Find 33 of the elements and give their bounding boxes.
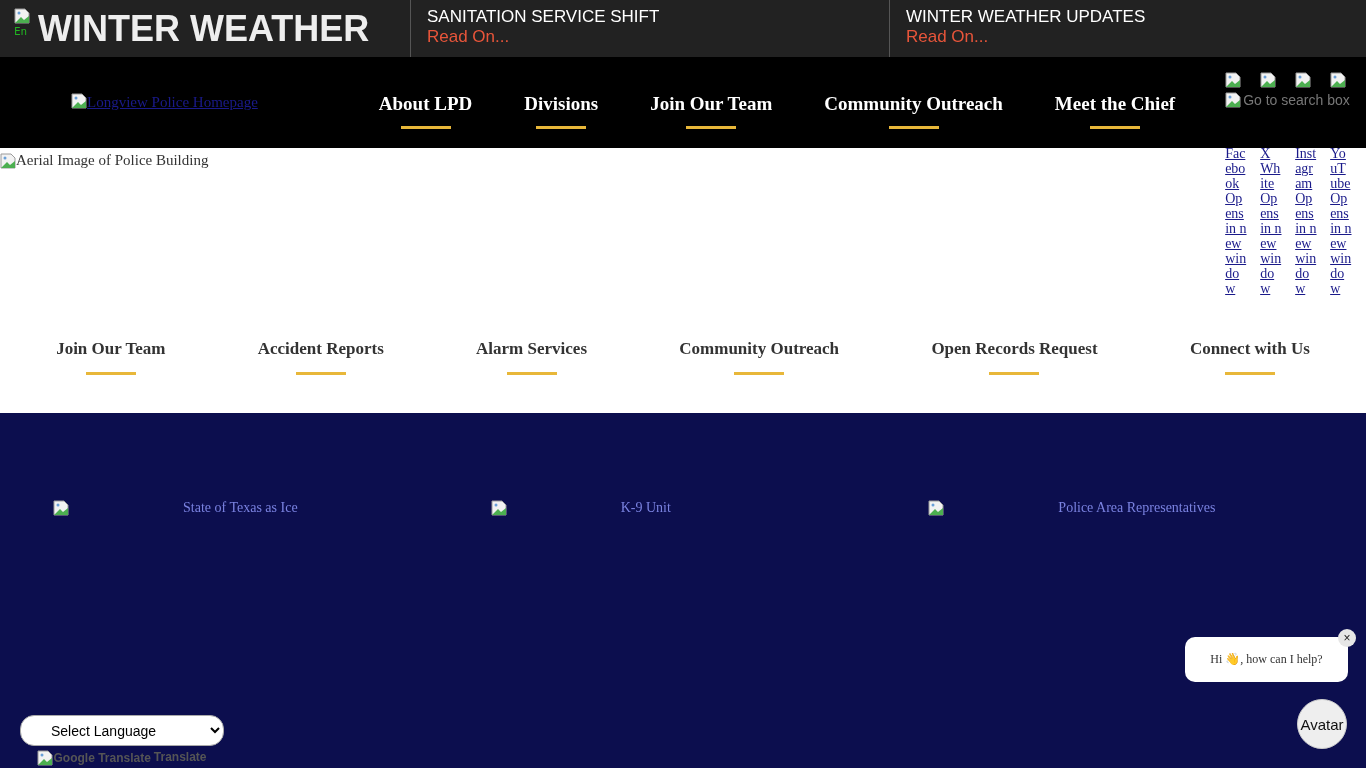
- broken-image-icon: [37, 750, 54, 766]
- alert-headline: SANITATION SERVICE SHIFT: [427, 7, 660, 27]
- chat-message: Hi 👋, how can I help?: [1210, 652, 1323, 667]
- broken-image-icon: [1225, 72, 1242, 88]
- language-select[interactable]: Select Language: [20, 715, 224, 746]
- broken-image-icon: [490, 500, 507, 516]
- broken-image-icon: [1295, 72, 1312, 88]
- read-on-link[interactable]: Read On...: [427, 27, 510, 47]
- social-link[interactable]: YouTube Opens in new window: [1330, 146, 1353, 296]
- broken-image-icon: [0, 152, 16, 169]
- feature-link[interactable]: State of Texas as Ice: [183, 500, 298, 516]
- avatar-button[interactable]: Avatar: [1297, 699, 1347, 749]
- read-on-link[interactable]: Read On...: [906, 27, 989, 47]
- broken-image-icon: [1330, 72, 1347, 88]
- broken-image-icon: [1260, 72, 1277, 88]
- broken-image-icon: [928, 500, 945, 516]
- social-link[interactable]: X White Opens in new window: [1260, 146, 1283, 296]
- broken-image-icon: [71, 93, 87, 109]
- image-alt-text: En: [14, 25, 29, 38]
- social-link[interactable]: Instagram Opens in new window: [1295, 146, 1318, 296]
- broken-image-icon: [14, 7, 30, 24]
- close-button[interactable]: ×: [1338, 629, 1356, 647]
- social-link[interactable]: Facebook Opens in new window: [1225, 146, 1248, 296]
- search-link[interactable]: Go to search box: [1225, 92, 1366, 108]
- feature-link[interactable]: Police Area Representatives: [1058, 500, 1216, 516]
- image-alt-text: Aerial Image of Police Building: [0, 148, 209, 169]
- broken-image-icon: [53, 500, 69, 516]
- image-alt-text: Google Translate: [37, 750, 151, 766]
- feature-link[interactable]: K-9 Unit: [620, 500, 671, 516]
- alert-headline: WINTER WEATHER UPDATES: [906, 7, 1146, 27]
- alert-title: WINTER WEATHER: [38, 7, 370, 50]
- broken-image-icon: [1225, 92, 1242, 108]
- translate-label: Translate: [153, 750, 207, 766]
